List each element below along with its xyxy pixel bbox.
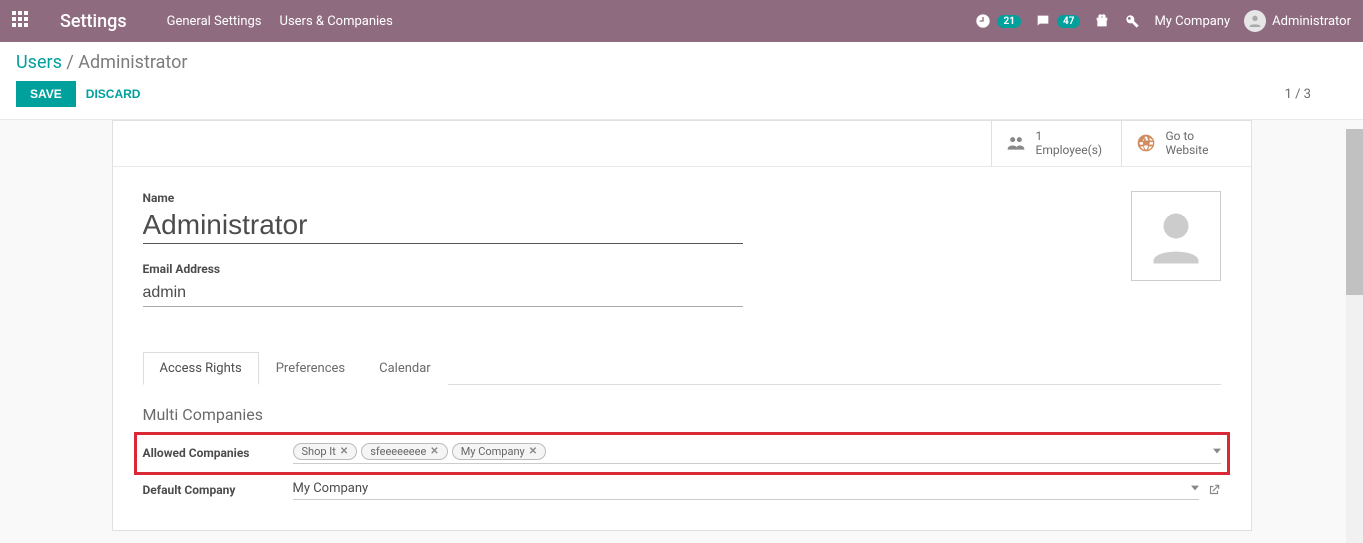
activities-count: 21 — [997, 15, 1020, 28]
clock-icon — [975, 13, 991, 29]
apps-icon[interactable] — [12, 11, 32, 31]
email-label: Email Address — [143, 262, 743, 276]
app-title: Settings — [60, 11, 127, 32]
users-icon — [1006, 133, 1026, 153]
stat-employees-label: Employee(s) — [1036, 143, 1103, 157]
allowed-companies-label: Allowed Companies — [143, 446, 293, 460]
scrollbar[interactable] — [1346, 129, 1363, 543]
breadcrumb-root[interactable]: Users — [16, 52, 62, 73]
pager-text: 1 / 3 — [1285, 87, 1311, 102]
highlight-allowed-companies: Allowed Companies Shop It✕ sfeeeeeeee✕ M… — [134, 432, 1230, 475]
gift-icon — [1094, 13, 1110, 29]
company-name: My Company — [1154, 14, 1230, 29]
discuss-count: 47 — [1057, 15, 1080, 28]
stat-bar: 1 Employee(s) Go to Website — [112, 120, 1252, 167]
activities-button[interactable]: 21 — [975, 13, 1020, 29]
pager: 1 / 3 — [1285, 87, 1347, 102]
stat-employees-count: 1 — [1036, 129, 1103, 143]
stat-website[interactable]: Go to Website — [1121, 121, 1251, 166]
section-multi-companies: Multi Companies — [143, 405, 1221, 424]
tab-calendar[interactable]: Calendar — [362, 352, 448, 385]
tabs: Access Rights Preferences Calendar — [143, 351, 1221, 385]
stat-website-line2: Website — [1166, 143, 1209, 157]
form-sheet: Name Email Address Access Rights Prefere… — [112, 167, 1252, 531]
tag-remove-icon[interactable]: ✕ — [430, 446, 438, 457]
avatar-image[interactable] — [1131, 191, 1221, 281]
pager-prev-icon[interactable] — [1321, 88, 1329, 100]
user-menu[interactable]: Administrator — [1244, 10, 1351, 32]
user-avatar-icon — [1244, 10, 1266, 32]
tag-remove-icon[interactable]: ✕ — [340, 446, 348, 457]
discard-button[interactable]: DISCARD — [86, 87, 141, 101]
caret-down-icon[interactable] — [1191, 484, 1199, 492]
person-icon — [1146, 206, 1206, 266]
stat-website-line1: Go to — [1166, 129, 1209, 143]
control-bar: Users / Administrator SAVE DISCARD 1 / 3 — [0, 42, 1363, 120]
tab-access-rights[interactable]: Access Rights — [143, 352, 259, 385]
default-company-value: My Company — [293, 481, 369, 496]
top-navbar: Settings General Settings Users & Compan… — [0, 0, 1363, 42]
discuss-button[interactable]: 47 — [1035, 13, 1080, 29]
globe-icon — [1136, 133, 1156, 153]
tag-sfee[interactable]: sfeeeeeeee✕ — [361, 443, 447, 460]
chat-icon — [1035, 13, 1051, 29]
company-switcher[interactable]: My Company — [1154, 14, 1230, 29]
stat-employees[interactable]: 1 Employee(s) — [991, 121, 1121, 166]
tab-preferences[interactable]: Preferences — [259, 352, 362, 385]
allowed-companies-field[interactable]: Shop It✕ sfeeeeeeee✕ My Company✕ — [293, 443, 1221, 464]
breadcrumb: Users / Administrator — [16, 52, 1347, 73]
name-input[interactable] — [143, 207, 743, 244]
pager-next-icon[interactable] — [1339, 88, 1347, 100]
wrench-icon — [1124, 13, 1140, 29]
tag-my-company[interactable]: My Company✕ — [452, 443, 546, 460]
debug-button[interactable] — [1124, 13, 1140, 29]
default-company-field[interactable]: My Company — [293, 481, 1199, 500]
nav-users-companies[interactable]: Users & Companies — [280, 14, 393, 29]
user-name: Administrator — [1272, 14, 1351, 29]
tag-remove-icon[interactable]: ✕ — [529, 446, 537, 457]
breadcrumb-current: Administrator — [78, 52, 187, 73]
caret-down-icon[interactable] — [1213, 447, 1221, 455]
save-button[interactable]: SAVE — [16, 81, 76, 107]
external-link-icon[interactable] — [1207, 483, 1221, 497]
email-input[interactable] — [143, 280, 743, 307]
nav-general-settings[interactable]: General Settings — [167, 14, 262, 29]
tag-shop-it[interactable]: Shop It✕ — [293, 443, 358, 460]
default-company-label: Default Company — [143, 483, 293, 497]
name-label: Name — [143, 191, 743, 205]
gift-button[interactable] — [1094, 13, 1110, 29]
scrollbar-thumb[interactable] — [1346, 129, 1363, 295]
